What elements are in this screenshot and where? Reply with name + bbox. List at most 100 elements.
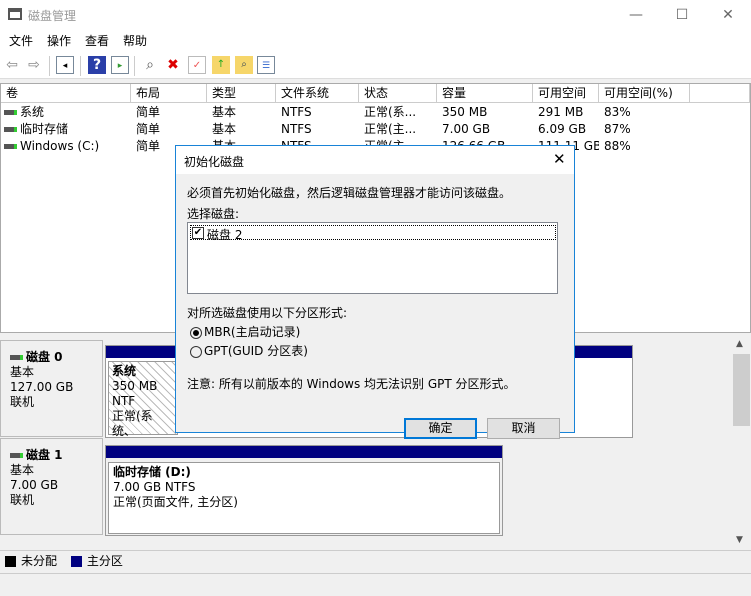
toolbar-separator	[49, 56, 50, 76]
table-cell: NTFS	[276, 104, 359, 121]
toolbar-separator	[80, 56, 81, 76]
menu-help[interactable]: 帮助	[123, 30, 147, 52]
menu-action[interactable]: 操作	[47, 30, 71, 52]
column-header-volume[interactable]: 卷	[1, 84, 131, 103]
column-header-free-percent[interactable]: 可用空间(%)	[599, 84, 690, 103]
partition-temp-storage[interactable]: 临时存储 (D:) 7.00 GB NTFS 正常(页面文件, 主分区)	[108, 462, 500, 534]
connect-drive-icon[interactable]: ⌕	[141, 56, 159, 74]
maximize-button[interactable]: ☐	[659, 0, 705, 30]
table-cell: 基本	[207, 121, 276, 138]
radio-selected-icon	[190, 326, 202, 339]
disk-1-partitions: 临时存储 (D:) 7.00 GB NTFS 正常(页面文件, 主分区)	[105, 445, 503, 536]
cancel-button[interactable]: 取消	[487, 418, 560, 439]
column-header-capacity[interactable]: 容量	[437, 84, 533, 103]
table-row[interactable]: 临时存储 简单 基本 NTFS 正常(主... 7.00 GB 6.09 GB 87%	[1, 121, 750, 138]
forward-icon[interactable]: ⇨	[25, 56, 43, 74]
app-icon	[8, 8, 22, 20]
mbr-label: MBR(主启动记录)	[204, 325, 301, 339]
legend-unallocated: 未分配	[21, 554, 58, 568]
back-icon[interactable]: ⇦	[3, 56, 21, 74]
dialog-message: 必须首先初始化磁盘，然后逻辑磁盘管理器才能访问该磁盘。	[187, 186, 512, 200]
disk-icon	[10, 355, 23, 360]
volume-icon	[4, 127, 17, 132]
column-header-filesystem[interactable]: 文件系统	[276, 84, 359, 103]
cell-text: 基本	[212, 122, 237, 136]
menu-view[interactable]: 查看	[85, 30, 109, 52]
table-cell: 基本	[207, 104, 276, 121]
gpt-label: GPT(GUID 分区表)	[204, 344, 308, 358]
column-header-empty	[690, 84, 750, 103]
delete-icon[interactable]: ✖	[164, 56, 182, 74]
title-bar: 磁盘管理 — ☐ ✕	[0, 0, 751, 30]
mbr-radio[interactable]: MBR(主启动记录)	[190, 323, 300, 340]
column-header-type[interactable]: 类型	[207, 84, 276, 103]
cell-text: 临时存储	[20, 122, 69, 136]
menu-file[interactable]: 文件	[9, 30, 33, 52]
cell-text: 350 MB	[442, 105, 488, 119]
toolbar: ⇦ ⇨ ◂ ? ▸ ⌕ ✖ ✓ ↑ ⌕ ☰	[0, 52, 751, 79]
initialize-disk-dialog: 初始化磁盘 ✕ 必须首先初始化磁盘，然后逻辑磁盘管理器才能访问该磁盘。 选择磁盘…	[175, 145, 575, 439]
column-header-free-space[interactable]: 可用空间	[533, 84, 599, 103]
scroll-thumb[interactable]	[733, 354, 750, 426]
cell-text: NTFS	[281, 105, 312, 119]
cell-text: 7.00 GB	[442, 122, 491, 136]
table-cell: 88%	[599, 138, 690, 155]
disk-state: 联机	[10, 493, 35, 507]
table-cell: 291 MB	[533, 104, 599, 121]
disk-icon	[10, 453, 23, 458]
dialog-title: 初始化磁盘	[184, 155, 245, 169]
volume-icon	[4, 110, 17, 115]
action-pane-icon[interactable]: ▸	[111, 56, 129, 74]
column-header-status[interactable]: 状态	[359, 84, 437, 103]
table-cell: 正常(系...	[359, 104, 437, 121]
dialog-note: 注意: 所有以前版本的 Windows 均无法识别 GPT 分区形式。	[187, 377, 516, 391]
partition-style-label: 对所选磁盘使用以下分区形式:	[187, 306, 348, 320]
table-cell: Windows (C:)	[1, 138, 131, 155]
check-icon[interactable]: ✓	[188, 56, 206, 74]
cell-text: 简单	[136, 122, 161, 136]
disk-listbox[interactable]: ✔ 磁盘 2	[187, 222, 558, 294]
dialog-close-icon[interactable]: ✕	[553, 150, 566, 168]
cell-text: 83%	[604, 105, 631, 119]
properties-icon[interactable]: ☰	[257, 56, 275, 74]
folder-search-icon[interactable]: ⌕	[235, 56, 253, 74]
help-icon[interactable]: ?	[88, 56, 106, 74]
radio-icon	[190, 345, 202, 358]
partition-name: 系统	[112, 364, 137, 378]
table-cell: 7.00 GB	[437, 121, 533, 138]
disk-checkbox[interactable]: ✔	[192, 227, 204, 239]
toolbar-separator	[134, 56, 135, 76]
disk-1-label[interactable]: 磁盘 1 基本 7.00 GB 联机	[0, 438, 103, 535]
cell-text: 简单	[136, 105, 161, 119]
disk-list-item[interactable]: ✔ 磁盘 2	[190, 225, 556, 242]
status-bar	[0, 573, 751, 596]
dialog-title-bar: 初始化磁盘 ✕	[176, 146, 574, 174]
scroll-up-icon[interactable]: ▲	[736, 339, 743, 349]
table-row[interactable]: 系统 简单 基本 NTFS 正常(系... 350 MB 291 MB 83%	[1, 104, 750, 121]
gpt-radio[interactable]: GPT(GUID 分区表)	[190, 342, 308, 359]
table-cell: 简单	[131, 104, 207, 121]
partition-info: 7.00 GB NTFS	[113, 480, 196, 494]
cell-text: 87%	[604, 122, 631, 136]
cell-text: 正常(系...	[364, 105, 417, 119]
window-title: 磁盘管理	[28, 9, 77, 23]
cell-text: 基本	[212, 105, 237, 119]
partition-bar	[106, 446, 502, 458]
vertical-scrollbar[interactable]: ▲ ▼	[732, 337, 751, 548]
partition-status: 正常(页面文件, 主分区)	[113, 495, 238, 509]
minimize-button[interactable]: —	[613, 0, 659, 30]
disk-0-label[interactable]: 磁盘 0 基本 127.00 GB 联机	[0, 340, 103, 437]
close-button[interactable]: ✕	[705, 0, 751, 30]
volume-icon	[4, 144, 17, 149]
partition-system[interactable]: 系统 350 MB NTF 正常(系统、	[108, 361, 178, 438]
show-hide-console-icon[interactable]: ◂	[56, 56, 74, 74]
disk-name: 磁盘 1	[26, 448, 63, 462]
scroll-down-icon[interactable]: ▼	[736, 535, 743, 545]
disk-type: 基本	[10, 463, 35, 477]
cell-text: 6.09 GB	[538, 122, 587, 136]
column-header-layout[interactable]: 布局	[131, 84, 207, 103]
legend-swatch-unallocated	[5, 556, 16, 567]
table-cell: 350 MB	[437, 104, 533, 121]
ok-button[interactable]: 确定	[404, 418, 477, 439]
folder-up-icon[interactable]: ↑	[212, 56, 230, 74]
